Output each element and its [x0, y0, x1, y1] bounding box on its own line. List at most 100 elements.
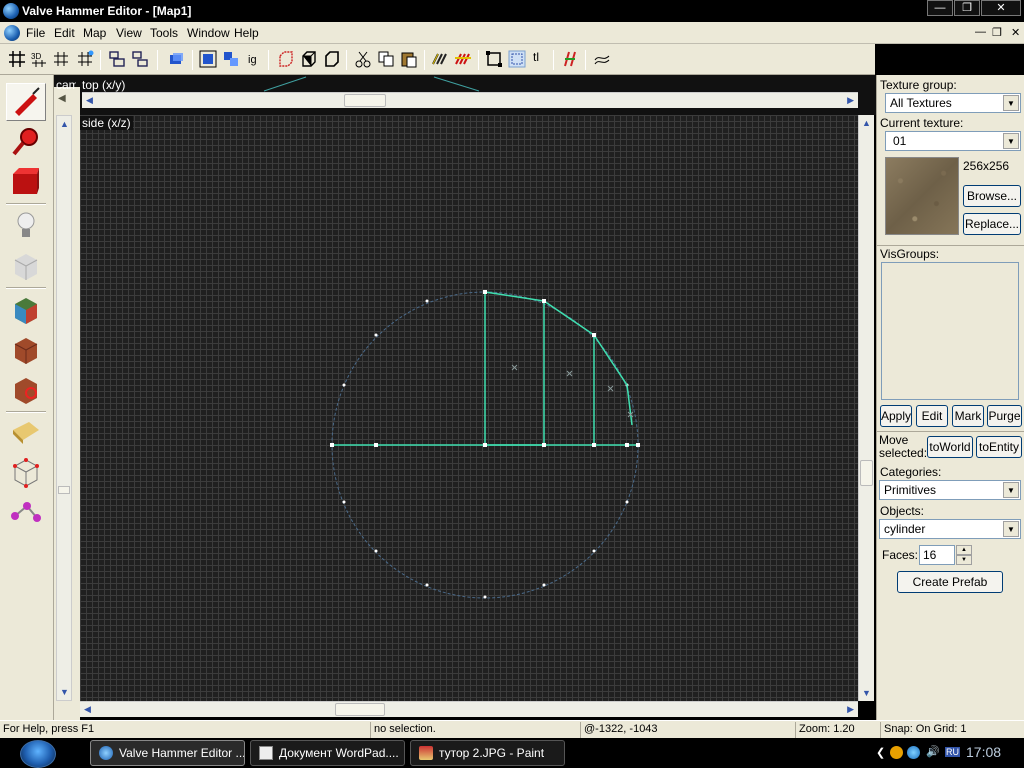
top-hscroll-thumb[interactable] [344, 94, 386, 107]
selection-box-icon[interactable] [508, 50, 526, 68]
faces-input[interactable]: 16 [919, 545, 955, 565]
tie-to-entity-icon[interactable] [167, 50, 185, 68]
vertex-manipulation-icon[interactable] [593, 50, 611, 68]
hollow-icon[interactable] [300, 50, 318, 68]
ungroup-icon[interactable] [131, 50, 149, 68]
apply-button[interactable]: Apply [880, 405, 912, 427]
larger-grid-icon[interactable] [76, 50, 94, 68]
scroll-right-arrow-icon[interactable]: ▶ [847, 95, 854, 106]
texture-preview[interactable] [885, 157, 959, 235]
make-hollow-icon[interactable] [323, 50, 341, 68]
volume-icon[interactable]: 🔊 [926, 745, 940, 758]
path-tool[interactable] [6, 495, 46, 533]
side-vscroll-thumb[interactable] [860, 460, 873, 486]
scroll-down-arrow-icon[interactable]: ▼ [60, 687, 69, 697]
apply-current-texture-tool[interactable] [6, 331, 46, 369]
tray-expand-icon[interactable]: ❮ [876, 746, 885, 759]
chevron-down-icon[interactable]: ▼ [1003, 133, 1019, 149]
carve-icon[interactable] [277, 50, 295, 68]
task-wordpad[interactable]: Документ WordPad.... [250, 740, 405, 766]
menu-map[interactable]: Map [83, 26, 106, 40]
texture-group-select[interactable]: All Textures ▼ [885, 93, 1021, 113]
scroll-left-arrow-icon[interactable]: ◀ [86, 95, 93, 106]
vertex-tool[interactable] [6, 453, 46, 491]
scroll-up-arrow-icon[interactable]: ▲ [60, 119, 69, 129]
ignore-groups-icon[interactable]: ig [245, 50, 263, 68]
menu-tools[interactable]: Tools [150, 26, 178, 40]
group-icon[interactable] [108, 50, 126, 68]
language-indicator[interactable]: RU [945, 747, 960, 757]
close-button[interactable]: ✕ [981, 0, 1021, 16]
start-button[interactable] [20, 740, 56, 768]
menu-view[interactable]: View [116, 26, 142, 40]
side-viewport-vscroll[interactable]: ▲ ▼ [858, 115, 874, 701]
cut-icon[interactable] [354, 50, 372, 68]
entity-tool[interactable] [6, 207, 46, 245]
selection-tool[interactable] [6, 83, 46, 121]
replace-button[interactable]: Replace... [963, 213, 1021, 235]
task-paint[interactable]: тутор 2.JPG - Paint [410, 740, 565, 766]
side-viewport[interactable] [80, 115, 858, 701]
tray-network-icon[interactable] [907, 746, 920, 759]
clipping-tool[interactable] [6, 415, 46, 453]
clock[interactable]: 17:08 [966, 744, 1001, 760]
magnify-tool[interactable] [6, 123, 46, 161]
create-prefab-button[interactable]: Create Prefab [897, 571, 1003, 593]
menu-edit[interactable]: Edit [54, 26, 75, 40]
visgroups-list[interactable] [881, 262, 1019, 400]
restore-button[interactable]: ❐ [954, 0, 980, 16]
back-arrow-icon[interactable]: ◀ [58, 93, 66, 104]
purge-button[interactable]: Purge [987, 405, 1022, 427]
copy-icon[interactable] [377, 50, 395, 68]
current-texture-select[interactable]: 01 ▼ [885, 131, 1021, 151]
faces-stepper[interactable]: ▲ ▼ [956, 545, 972, 565]
chevron-down-icon[interactable]: ▼ [1003, 95, 1019, 111]
stepper-up-icon[interactable]: ▲ [956, 545, 972, 555]
decal-tool[interactable] [6, 371, 46, 409]
mark-button[interactable]: Mark [952, 405, 984, 427]
clip-tool-icon[interactable] [561, 50, 579, 68]
chevron-down-icon[interactable]: ▼ [1003, 482, 1019, 498]
categories-select[interactable]: Primitives ▼ [879, 480, 1021, 500]
task-hammer[interactable]: Valve Hammer Editor ... [90, 740, 245, 766]
hide-selected-icon[interactable] [199, 50, 217, 68]
left-vscroll-thumb[interactable] [58, 486, 70, 494]
left-viewport-vscroll[interactable]: ▲ ▼ [56, 115, 72, 701]
scroll-right-arrow-icon[interactable]: ▶ [847, 704, 854, 715]
scroll-up-arrow-icon[interactable]: ▲ [862, 118, 871, 128]
3d-grid-icon[interactable]: 3D [30, 50, 48, 68]
block-tool[interactable] [6, 247, 46, 285]
mdi-restore-button[interactable]: ❐ [992, 26, 1002, 39]
edit-visgroup-button[interactable]: Edit [916, 405, 948, 427]
to-world-button[interactable]: toWorld [927, 436, 973, 458]
menu-window[interactable]: Window [187, 26, 230, 40]
camera-tool[interactable] [6, 163, 46, 201]
grid-toggle-icon[interactable] [8, 50, 26, 68]
side-viewport-hscroll[interactable]: ◀ ▶ [80, 701, 858, 717]
select-handles-icon[interactable] [485, 50, 503, 68]
hammer-app-icon[interactable] [3, 3, 19, 19]
texture-lock-icon[interactable] [431, 50, 449, 68]
menu-help[interactable]: Help [234, 26, 259, 40]
scroll-down-arrow-icon[interactable]: ▼ [862, 688, 871, 698]
to-entity-button[interactable]: toEntity [976, 436, 1022, 458]
mdi-minimize-button[interactable]: — [975, 26, 986, 38]
top-viewport-hscroll[interactable]: ◀ ▶ [82, 92, 858, 108]
document-icon[interactable] [4, 25, 20, 41]
texture-tool[interactable] [6, 291, 46, 329]
title-bar[interactable]: Valve Hammer Editor - [Map1] — ❐ ✕ [0, 0, 1024, 22]
scroll-left-arrow-icon[interactable]: ◀ [84, 704, 91, 715]
minimize-button[interactable]: — [927, 0, 953, 16]
tray-app-icon[interactable] [890, 746, 903, 759]
chevron-down-icon[interactable]: ▼ [1003, 521, 1019, 537]
objects-select[interactable]: cylinder ▼ [879, 519, 1021, 539]
show-all-icon[interactable] [222, 50, 240, 68]
menu-file[interactable]: File [26, 26, 45, 40]
paste-icon[interactable] [400, 50, 418, 68]
mdi-close-button[interactable]: ✕ [1011, 26, 1020, 39]
browse-button[interactable]: Browse... [963, 185, 1021, 207]
texture-application-icon[interactable] [454, 50, 472, 68]
texture-lock-toggle[interactable]: tl [533, 50, 551, 68]
smaller-grid-icon[interactable] [52, 50, 70, 68]
side-hscroll-thumb[interactable] [335, 703, 385, 716]
